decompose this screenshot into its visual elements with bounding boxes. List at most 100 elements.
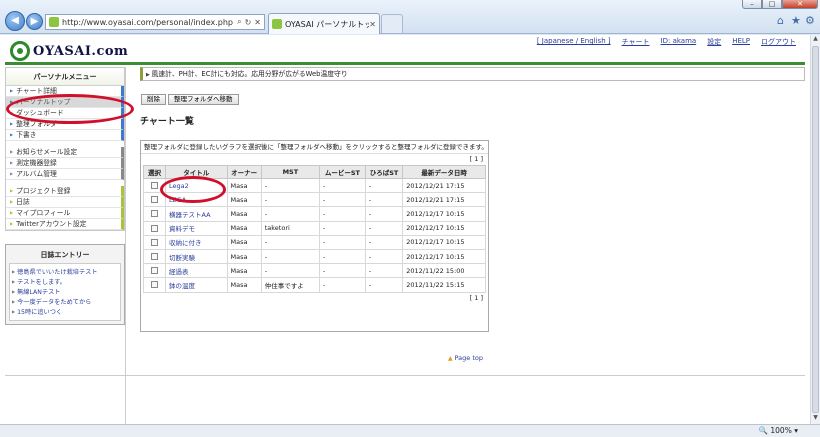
top-navigation: [ Japanese / English ] チャート ID: akama 設定…: [537, 37, 796, 47]
instructions-text: 整理フォルダに登録したいグラフを選択後に「整理フォルダへ移動」をクリックすると整…: [141, 141, 488, 154]
chart-title-link[interactable]: 資料デモ: [169, 225, 195, 233]
diary-list: 徳島県でいいたけ栽培テスト テストをします。 無線LANテスト 今一度データをた…: [9, 263, 121, 321]
oyasai-logo-icon: [10, 41, 30, 61]
owner-cell: Masa: [226, 206, 262, 222]
status-bar: 🔍 100% ▾: [0, 424, 820, 437]
chart-title-link[interactable]: 収納に付き: [169, 239, 202, 247]
mst-cell: -: [260, 263, 321, 279]
latest-date-cell: 2012/12/21 17:15: [402, 177, 486, 194]
scroll-up-icon[interactable]: ▲: [811, 35, 820, 45]
scroll-thumb[interactable]: [812, 46, 819, 413]
refresh-icon[interactable]: ↻: [245, 18, 252, 27]
settings-link[interactable]: 設定: [707, 37, 721, 47]
chart-title-link[interactable]: 切断実験: [169, 254, 195, 262]
footer-divider: [5, 375, 805, 376]
logout-link[interactable]: ログアウト: [761, 37, 796, 47]
column-header: ひろばST: [364, 165, 404, 179]
logo-text: OYASAI.com: [33, 43, 129, 59]
sidebar-item-device-register[interactable]: 測定機器登録: [6, 158, 124, 169]
chart-title-link[interactable]: 経過表: [169, 268, 189, 276]
select-checkbox[interactable]: [151, 210, 158, 218]
gear-icon[interactable]: ⚙: [805, 14, 815, 27]
pager-top[interactable]: [ 1 ]: [141, 154, 488, 165]
address-url[interactable]: http://www.oyasai.com/personal/index.php: [62, 18, 237, 27]
stop-icon[interactable]: ✕: [254, 18, 261, 27]
sidebar-divider: [125, 67, 126, 424]
sidebar-item-twitter[interactable]: Twitterアカウント設定: [6, 219, 124, 230]
pager-bottom[interactable]: [ 1 ]: [141, 293, 488, 304]
select-checkbox[interactable]: [151, 196, 158, 204]
scroll-down-icon[interactable]: ▼: [811, 414, 820, 424]
vertical-scrollbar[interactable]: ▲ ▼: [810, 35, 820, 424]
sidebar-item-drafts[interactable]: 下書き: [6, 130, 124, 141]
hiroba-st-cell: -: [364, 220, 404, 236]
owner-cell: Masa: [226, 177, 262, 194]
column-header: ムービーST: [319, 165, 366, 179]
chart-link[interactable]: チャート: [622, 37, 650, 47]
diary-entry-link[interactable]: 徳島県でいいたけ栽培テスト: [12, 267, 118, 277]
hiroba-st-cell: -: [364, 263, 404, 279]
site-logo[interactable]: OYASAI.com: [10, 41, 128, 61]
diary-entries-box: 日誌エントリー 徳島県でいいたけ栽培テスト テストをします。 無線LANテスト …: [5, 244, 125, 325]
movie-st-cell: -: [319, 220, 366, 236]
info-banner[interactable]: 風速計、PH計、EC計にも対応。応用分野が広がるWeb温度守り: [140, 67, 805, 81]
chart-title-link[interactable]: 鉢の温度: [169, 282, 195, 290]
column-header: 選択: [143, 165, 166, 179]
maximize-button[interactable]: □: [762, 0, 782, 9]
table-row: 切断実験 Masa - - - 2012/12/17 10:15: [143, 248, 486, 265]
table-row: 資料デモ Masa taketori - - 2012/12/17 10:15: [143, 220, 486, 236]
movie-st-cell: -: [319, 248, 366, 265]
hiroba-st-cell: -: [364, 234, 404, 250]
mst-cell: 仲住事ですよ: [260, 277, 321, 293]
sidebar-item-profile[interactable]: マイプロフィール: [6, 208, 124, 219]
select-checkbox[interactable]: [151, 182, 158, 190]
diary-entry-link[interactable]: 無線LANテスト: [12, 287, 118, 297]
page-top-link[interactable]: Page top: [448, 354, 483, 362]
address-bar[interactable]: http://www.oyasai.com/personal/index.php…: [45, 14, 265, 30]
select-checkbox[interactable]: [151, 281, 158, 289]
close-window-button[interactable]: ✕: [782, 0, 818, 9]
latest-date-cell: 2012/11/22 15:00: [402, 263, 486, 279]
chart-title-link[interactable]: 横器テストAA: [169, 211, 211, 219]
back-arrow-icon[interactable]: ◀: [5, 11, 25, 31]
zoom-value: 100%: [770, 426, 792, 435]
sidebar-item-project-register[interactable]: プロジェクト登録: [6, 186, 124, 197]
user-id-link[interactable]: ID: akama: [661, 37, 697, 47]
select-checkbox[interactable]: [151, 253, 158, 261]
move-to-folder-button[interactable]: 整理フォルダへ移動: [168, 94, 239, 105]
diary-title: 日誌エントリー: [40, 251, 90, 259]
zoom-level[interactable]: 🔍 100% ▾: [759, 426, 798, 435]
movie-st-cell: -: [319, 206, 366, 222]
hiroba-st-cell: -: [364, 177, 404, 194]
owner-cell: Masa: [226, 192, 262, 208]
highlight-annotation: [160, 176, 226, 203]
new-tab-button[interactable]: [381, 14, 403, 33]
diary-entry-link[interactable]: 15時に追いつく: [12, 307, 118, 317]
home-icon[interactable]: ⌂: [777, 14, 784, 27]
forward-arrow-icon[interactable]: ▶: [26, 13, 43, 30]
minimize-button[interactable]: –: [742, 0, 762, 9]
table-row: 経過表 Masa - - - 2012/11/22 15:00: [143, 263, 486, 279]
sidebar-item-diary[interactable]: 日誌: [6, 197, 124, 208]
select-checkbox[interactable]: [151, 238, 158, 246]
diary-entry-link[interactable]: テストをします。: [12, 277, 118, 287]
diary-entry-link[interactable]: 今一度データをためてから: [12, 297, 118, 307]
table-row: 収納に付き Masa - - - 2012/12/17 10:15: [143, 234, 486, 250]
select-checkbox[interactable]: [151, 224, 158, 232]
hiroba-st-cell: -: [364, 192, 404, 208]
select-checkbox[interactable]: [151, 267, 158, 275]
tab-close-icon[interactable]: ✕: [369, 20, 376, 29]
highlight-annotation: [6, 94, 134, 124]
star-icon[interactable]: ★: [791, 14, 801, 27]
help-link[interactable]: HELP: [732, 37, 750, 47]
mst-cell: -: [260, 206, 321, 222]
delete-button[interactable]: 削除: [141, 94, 166, 105]
language-switch-link[interactable]: [ Japanese / English ]: [537, 37, 611, 47]
sidebar-item-mail-settings[interactable]: お知らせメール設定: [6, 147, 124, 158]
search-icon[interactable]: ⌕: [237, 17, 241, 27]
tab-favicon-icon: [272, 19, 282, 29]
sidebar-item-album[interactable]: アルバム管理: [6, 169, 124, 180]
chart-list-panel: 整理フォルダに登録したいグラフを選択後に「整理フォルダへ移動」をクリックすると整…: [140, 140, 489, 332]
tab-oyasai[interactable]: OYASAI パーソナルトップ ✕: [268, 13, 380, 34]
mst-cell: -: [260, 192, 321, 208]
